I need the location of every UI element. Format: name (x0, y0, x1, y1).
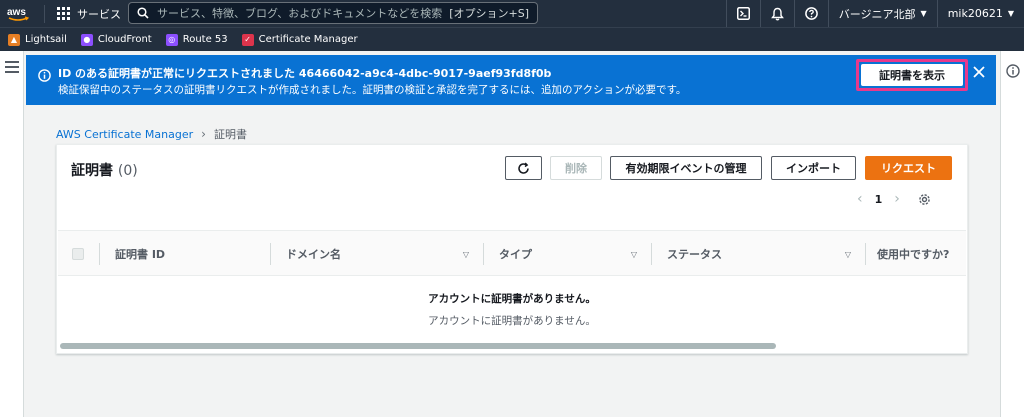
chevron-right-icon[interactable]: › (894, 191, 900, 207)
account-menu[interactable]: mik20621 ▼ (936, 0, 1024, 27)
import-button[interactable]: インポート (771, 156, 856, 180)
chevron-left-icon[interactable]: ‹ (857, 191, 863, 207)
column-header-label: ステータス (667, 248, 722, 261)
flash-message: 検証保留中のステータスの証明書リクエストが作成されました。証明書の検証と承認を完… (58, 84, 687, 96)
favorites-bar: ▲ Lightsail ● CloudFront ◎ Route 53 ✓ Ce… (0, 27, 1024, 51)
search-shortcut-hint: [オプション+S] (449, 7, 529, 20)
favorite-lightsail[interactable]: ▲ Lightsail (8, 33, 67, 46)
column-header-certificate-id[interactable]: 証明書 ID (99, 231, 270, 277)
region-label: バージニア北部 (838, 7, 916, 21)
sort-caret-icon: ▽ (462, 249, 469, 259)
right-side-rail (1000, 51, 1024, 417)
search-input[interactable] (157, 6, 450, 20)
caret-down-icon: ▼ (920, 9, 927, 18)
manage-expiry-events-button[interactable]: 有効期限イベントの管理 (610, 156, 762, 180)
cloudshell-button[interactable] (725, 0, 760, 27)
cloudfront-icon: ● (80, 33, 93, 46)
aws-logo-icon: aws (7, 7, 30, 21)
favorite-label: CloudFront (97, 34, 152, 45)
flash-title: ID のある証明書が正常にリクエストされました 46466042-a9c4-4d… (58, 67, 552, 80)
horizontal-scrollbar[interactable] (60, 343, 964, 349)
certificate-manager-icon: ✓ (241, 33, 254, 46)
notifications-button[interactable] (759, 0, 794, 27)
help-icon (804, 7, 818, 20)
favorite-label: Certificate Manager (258, 34, 358, 45)
region-selector[interactable]: バージニア北部 ▼ (827, 0, 937, 27)
route53-icon: ◎ (165, 33, 178, 46)
column-header-in-use[interactable]: 使用中ですか? (865, 231, 966, 277)
chevron-right-icon: › (201, 127, 206, 141)
select-all-checkbox (72, 248, 84, 260)
certificates-table-panel: 証明書 (0) 削除 有効期限イベントの管理 インポート リクエスト ‹ 1 ›… (56, 144, 968, 354)
aws-logo[interactable]: aws (0, 0, 38, 27)
info-panel-icon[interactable] (1006, 63, 1020, 82)
page-number[interactable]: 1 (875, 193, 883, 206)
breadcrumb-current: 証明書 (213, 128, 247, 141)
sort-caret-icon: ▽ (630, 249, 637, 259)
search-icon (137, 7, 149, 19)
account-label: mik20621 (947, 7, 1003, 20)
pagination: ‹ 1 › (857, 190, 931, 208)
gear-icon[interactable] (918, 193, 931, 206)
success-flash-banner: ID のある証明書が正常にリクエストされました 46466042-a9c4-4d… (26, 55, 996, 105)
search-box[interactable]: [オプション+S] (128, 2, 538, 24)
nav-divider (44, 4, 45, 23)
delete-button[interactable]: 削除 (550, 156, 602, 180)
top-navigation: aws サービス [オプション+S] バージニア北部 ▼ (0, 0, 1024, 27)
nav-right-group: バージニア北部 ▼ mik20621 ▼ (725, 0, 1024, 27)
refresh-icon (518, 162, 529, 174)
sort-caret-icon: ▽ (844, 249, 851, 259)
column-header-status[interactable]: ステータス ▽ (651, 231, 865, 277)
refresh-button[interactable] (505, 156, 542, 180)
table-header: 証明書 ID ドメイン名 ▽ タイプ ▽ ステータス ▽ 使用中ですか? (58, 230, 966, 276)
panel-title: 証明書 (0) (71, 160, 138, 180)
column-header-type[interactable]: タイプ ▽ (483, 231, 651, 277)
favorite-label: Lightsail (25, 34, 67, 45)
certificate-count: (0) (117, 163, 138, 179)
favorite-route53[interactable]: ◎ Route 53 (165, 33, 228, 46)
view-certificate-button[interactable]: 証明書を表示 (856, 59, 968, 91)
bell-icon (770, 7, 784, 20)
caret-down-icon: ▼ (1007, 9, 1014, 18)
column-header-label: ドメイン名 (286, 248, 341, 261)
favorite-certificate-manager[interactable]: ✓ Certificate Manager (241, 33, 358, 46)
view-certificate-label: 証明書を表示 (861, 64, 963, 86)
column-header-label: 使用中ですか? (877, 248, 950, 261)
services-label: サービス (77, 7, 121, 21)
empty-state-title: アカウントに証明書がありません。 (428, 293, 596, 305)
menu-icon[interactable] (5, 61, 19, 73)
breadcrumb: AWS Certificate Manager › 証明書 (56, 126, 247, 142)
close-icon[interactable] (972, 64, 986, 78)
cloudshell-icon (736, 7, 750, 20)
help-button[interactable] (793, 0, 828, 27)
services-menu-button[interactable]: サービス (51, 0, 129, 27)
services-grid-icon (57, 7, 70, 20)
column-header-label: タイプ (499, 248, 532, 261)
panel-title-text: 証明書 (71, 163, 113, 179)
svg-text:aws: aws (7, 7, 26, 18)
favorite-cloudfront[interactable]: ● CloudFront (80, 33, 152, 46)
info-icon (38, 67, 51, 86)
request-button[interactable]: リクエスト (865, 156, 952, 180)
left-side-rail (0, 51, 24, 417)
scrollbar-thumb[interactable] (60, 343, 776, 349)
breadcrumb-link-acm[interactable]: AWS Certificate Manager (56, 128, 193, 141)
column-header-domain-name[interactable]: ドメイン名 ▽ (270, 231, 483, 277)
lightsail-icon: ▲ (8, 33, 20, 46)
favorite-label: Route 53 (182, 34, 228, 45)
empty-state-message: アカウントに証明書がありません。 (428, 315, 596, 327)
column-header-label: 証明書 ID (115, 248, 166, 261)
